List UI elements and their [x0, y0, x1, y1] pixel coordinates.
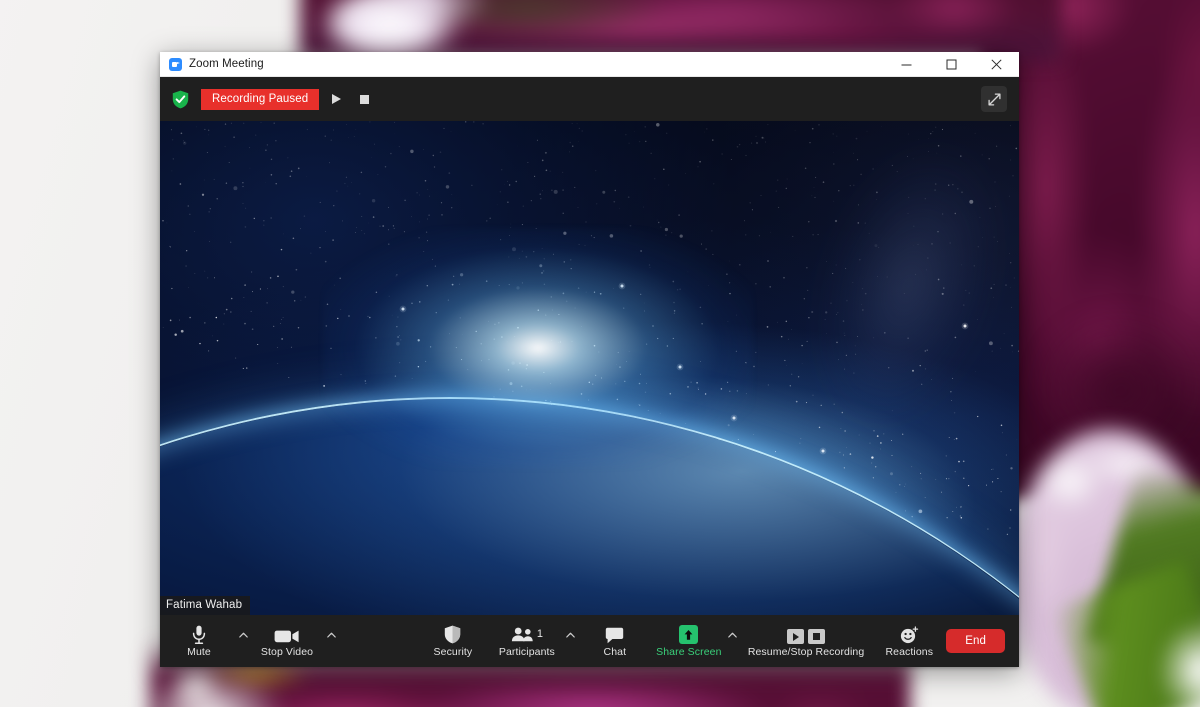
play-icon[interactable] — [325, 89, 347, 110]
zoom-meeting-window: Zoom Meeting Recording Paused Fatima Wah… — [160, 52, 1019, 667]
participants-count: 1 — [537, 629, 543, 640]
share-screen-label: Share Screen — [656, 646, 721, 658]
participant-name-label: Fatima Wahab — [160, 596, 250, 615]
mute-label: Mute — [187, 646, 211, 658]
meeting-toolbar: Mute Stop Video Security 1 Participants … — [160, 615, 1019, 667]
record-controls-icon — [787, 624, 825, 644]
resume-stop-recording-button[interactable]: Resume/Stop Recording — [740, 615, 873, 667]
video-camera-icon — [274, 624, 300, 644]
maximize-icon[interactable] — [929, 52, 974, 77]
reactions-button[interactable]: Reactions — [872, 615, 946, 667]
city-lights — [160, 399, 1019, 615]
chat-label: Chat — [604, 646, 627, 658]
participants-group: 1 Participants — [490, 615, 578, 667]
expand-diagonal-icon[interactable] — [981, 86, 1007, 112]
video-group: Stop Video — [250, 615, 338, 667]
chat-bubble-icon — [605, 624, 624, 644]
chat-button[interactable]: Chat — [578, 615, 652, 667]
window-title-bar[interactable]: Zoom Meeting — [160, 52, 1019, 77]
close-icon[interactable] — [974, 52, 1019, 77]
share-screen-options-chevron-up-icon[interactable] — [726, 615, 740, 667]
end-meeting-button[interactable]: End — [946, 629, 1005, 653]
participants-icon: 1 — [511, 624, 543, 644]
stop-video-button[interactable]: Stop Video — [250, 615, 324, 667]
toolbar-gap — [338, 615, 416, 667]
microphone-icon — [192, 624, 206, 644]
resume-recording-icon[interactable] — [787, 629, 804, 644]
shield-check-icon[interactable] — [172, 90, 189, 109]
share-screen-icon — [679, 624, 698, 644]
window-title: Zoom Meeting — [189, 58, 264, 70]
recording-status-bar: Recording Paused — [160, 77, 1019, 121]
mute-group: Mute — [162, 615, 250, 667]
mute-button[interactable]: Mute — [162, 615, 236, 667]
stop-recording-icon[interactable] — [808, 629, 825, 644]
zoom-logo-icon — [169, 58, 182, 71]
security-label: Security — [434, 646, 473, 658]
video-options-chevron-up-icon[interactable] — [324, 615, 338, 667]
reactions-icon — [900, 624, 919, 644]
participants-options-chevron-up-icon[interactable] — [564, 615, 578, 667]
mute-options-chevron-up-icon[interactable] — [236, 615, 250, 667]
stop-video-label: Stop Video — [261, 646, 313, 658]
desktop-wallpaper: Zoom Meeting Recording Paused Fatima Wah… — [0, 0, 1200, 707]
resume-stop-recording-label: Resume/Stop Recording — [748, 646, 865, 658]
share-screen-button[interactable]: Share Screen — [652, 615, 726, 667]
stop-icon[interactable] — [353, 89, 375, 110]
earth-globe — [160, 399, 1019, 615]
minimize-icon[interactable] — [884, 52, 929, 77]
security-button[interactable]: Security — [416, 615, 490, 667]
video-stage[interactable]: Fatima Wahab — [160, 121, 1019, 615]
recording-status-badge: Recording Paused — [201, 89, 319, 110]
share-screen-group: Share Screen — [652, 615, 740, 667]
reactions-label: Reactions — [885, 646, 933, 658]
participants-label: Participants — [499, 646, 555, 658]
participants-button[interactable]: 1 Participants — [490, 615, 564, 667]
shield-icon — [444, 624, 461, 644]
